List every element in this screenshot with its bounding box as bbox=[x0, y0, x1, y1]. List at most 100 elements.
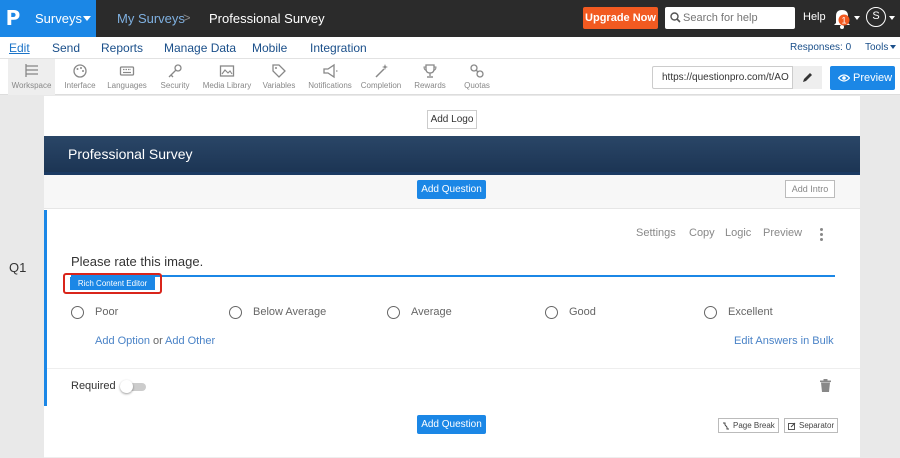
answer-option-label[interactable]: Average bbox=[411, 306, 452, 318]
radio-button[interactable] bbox=[704, 306, 717, 319]
add-option-link[interactable]: Add Option bbox=[95, 335, 150, 347]
tool-label: Security bbox=[160, 81, 190, 90]
tool-security[interactable]: Security bbox=[154, 59, 196, 95]
preview-button[interactable]: Preview bbox=[830, 66, 895, 90]
tool-label: Notifications bbox=[308, 81, 352, 90]
search-icon bbox=[670, 12, 681, 23]
page-break-button[interactable]: Page Break bbox=[718, 418, 779, 433]
answer-option-label[interactable]: Below Average bbox=[253, 306, 326, 318]
main-nav: Edit Send Reports Manage Data Mobile Int… bbox=[0, 37, 900, 59]
tool-label: Quotas bbox=[464, 81, 490, 90]
upgrade-now-button[interactable]: Upgrade Now bbox=[583, 7, 658, 29]
chevron-down-icon[interactable] bbox=[854, 16, 860, 20]
eye-icon bbox=[838, 74, 850, 82]
palette-icon bbox=[73, 64, 87, 78]
url-edit-button[interactable] bbox=[792, 66, 822, 89]
add-logo-button[interactable]: Add Logo bbox=[427, 110, 477, 129]
chevron-down-icon[interactable] bbox=[889, 16, 895, 20]
add-intro-button[interactable]: Add Intro bbox=[785, 180, 835, 198]
tool-label: Workspace bbox=[11, 81, 52, 90]
key-icon bbox=[168, 64, 182, 78]
user-avatar[interactable]: S bbox=[866, 7, 886, 27]
rich-content-editor-button[interactable]: Rich Content Editor bbox=[70, 277, 155, 290]
quotas-icon bbox=[470, 64, 484, 78]
tool-interface[interactable]: Interface bbox=[58, 59, 102, 95]
add-question-button-bottom[interactable]: Add Question bbox=[417, 415, 486, 434]
chevron-down-icon bbox=[890, 45, 897, 50]
trophy-icon bbox=[423, 64, 437, 78]
questionpro-logo[interactable]: P bbox=[0, 0, 26, 37]
separator-button[interactable]: Separator bbox=[784, 418, 839, 433]
pencil-icon bbox=[803, 73, 812, 82]
question-logic-link[interactable]: Logic bbox=[725, 227, 751, 239]
preview-button-label: Preview bbox=[853, 72, 893, 84]
required-toggle[interactable] bbox=[120, 380, 146, 393]
radio-button[interactable] bbox=[387, 306, 400, 319]
wand-icon bbox=[375, 64, 388, 78]
survey-toolbar: Workspace Interface Languages Security M… bbox=[0, 59, 900, 95]
tool-media-library[interactable]: Media Library bbox=[199, 59, 255, 95]
help-search-input[interactable] bbox=[683, 9, 791, 27]
tool-languages[interactable]: Languages bbox=[104, 59, 150, 95]
question-settings-link[interactable]: Settings bbox=[636, 227, 676, 239]
keyboard-icon bbox=[119, 66, 135, 76]
add-question-button-top[interactable]: Add Question bbox=[417, 180, 486, 199]
image-icon bbox=[219, 65, 235, 77]
nav-integration[interactable]: Integration bbox=[310, 41, 367, 55]
required-divider bbox=[47, 368, 860, 369]
tool-label: Media Library bbox=[202, 81, 252, 90]
tool-quotas[interactable]: Quotas bbox=[458, 59, 496, 95]
radio-button[interactable] bbox=[71, 306, 84, 319]
top-bar: P Surveys My Surveys > Professional Surv… bbox=[0, 0, 900, 37]
breadcrumb-current: Professional Survey bbox=[209, 11, 325, 26]
answer-option-label[interactable]: Poor bbox=[95, 306, 118, 318]
edit-answers-bulk-link[interactable]: Edit Answers in Bulk bbox=[734, 335, 834, 347]
tool-workspace[interactable]: Workspace bbox=[8, 59, 55, 95]
tool-label: Completion bbox=[360, 81, 402, 90]
megaphone-icon bbox=[323, 63, 338, 79]
question-preview-link[interactable]: Preview bbox=[763, 227, 802, 239]
nav-edit[interactable]: Edit bbox=[9, 41, 30, 55]
question-copy-link[interactable]: Copy bbox=[689, 227, 715, 239]
question-text[interactable]: Please rate this image. bbox=[71, 254, 203, 269]
tool-notifications[interactable]: Notifications bbox=[303, 59, 357, 95]
breadcrumb-my-surveys[interactable]: My Surveys bbox=[117, 11, 185, 26]
tag-icon bbox=[272, 64, 286, 78]
tools-menu[interactable]: Tools bbox=[865, 42, 897, 53]
nav-manage-data[interactable]: Manage Data bbox=[164, 41, 236, 55]
page-break-icon bbox=[723, 422, 729, 430]
responses-count-link[interactable]: Responses: 0 bbox=[790, 42, 851, 53]
radio-button[interactable] bbox=[229, 306, 242, 319]
tool-label: Variables bbox=[262, 81, 296, 90]
nav-mobile[interactable]: Mobile bbox=[252, 41, 287, 55]
nav-send[interactable]: Send bbox=[52, 41, 80, 55]
notification-count: 1 bbox=[841, 16, 846, 26]
radio-button[interactable] bbox=[545, 306, 558, 319]
answer-option-label[interactable]: Good bbox=[569, 306, 596, 318]
surveys-dropdown-label: Surveys bbox=[35, 11, 82, 26]
separator-label: Separator bbox=[799, 421, 835, 430]
answer-option-label[interactable]: Excellent bbox=[728, 306, 773, 318]
workspace-icon bbox=[24, 64, 38, 77]
or-text: or bbox=[153, 335, 163, 347]
survey-title-header[interactable]: Professional Survey bbox=[44, 136, 860, 172]
tool-label: Rewards bbox=[414, 81, 446, 90]
tool-variables[interactable]: Variables bbox=[259, 59, 299, 95]
chevron-down-icon bbox=[83, 16, 91, 21]
tool-completion[interactable]: Completion bbox=[358, 59, 404, 95]
tool-label: Interface bbox=[64, 81, 96, 90]
tools-menu-label: Tools bbox=[865, 42, 889, 53]
more-options-icon[interactable] bbox=[820, 228, 824, 241]
required-label: Required bbox=[71, 380, 116, 392]
nav-reports[interactable]: Reports bbox=[101, 41, 143, 55]
question-text-underline bbox=[71, 275, 835, 277]
survey-url-text: https://questionpro.com/t/AO bbox=[662, 72, 789, 83]
trash-icon[interactable] bbox=[820, 379, 831, 392]
surveys-dropdown[interactable]: Surveys bbox=[26, 0, 96, 37]
help-search-box[interactable] bbox=[665, 7, 795, 29]
help-link[interactable]: Help bbox=[803, 11, 826, 23]
add-other-link[interactable]: Add Other bbox=[165, 335, 215, 347]
notification-bell-icon[interactable]: 1 bbox=[832, 6, 854, 30]
page-break-label: Page Break bbox=[733, 421, 775, 430]
tool-rewards[interactable]: Rewards bbox=[408, 59, 452, 95]
